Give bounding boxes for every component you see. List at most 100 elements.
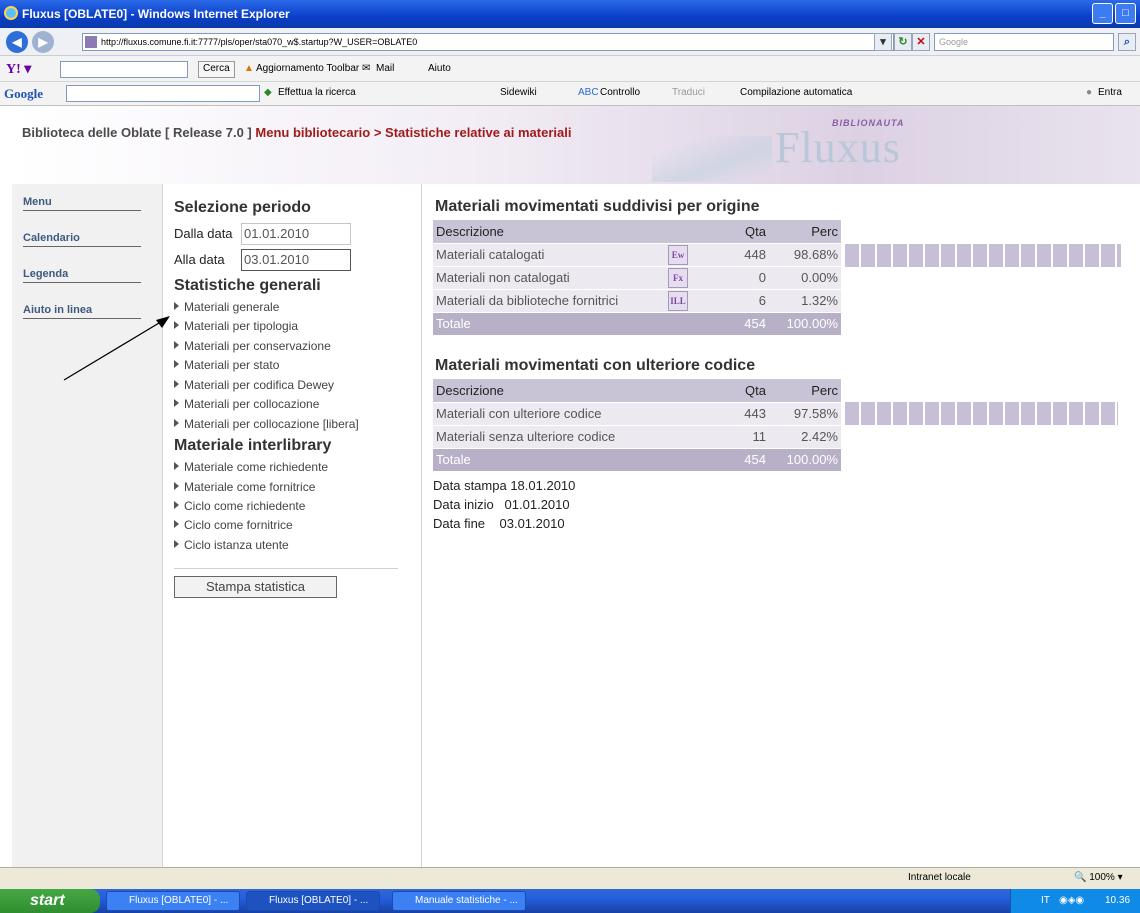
yahoo-toolbar: Y! ▾ Cerca ▲ Aggiornamento Toolbar ✉ Mai… bbox=[0, 56, 1140, 82]
row-perc: 97.58% bbox=[769, 402, 841, 426]
maximize-button[interactable]: □ bbox=[1115, 3, 1136, 24]
breadcrumb: Menu bibliotecario > Statistiche relativ… bbox=[255, 125, 572, 140]
link-materiali-tipologia[interactable]: Materiali per tipologia bbox=[174, 319, 298, 333]
col-descrizione: Descrizione bbox=[433, 379, 705, 403]
row-perc: 98.68% bbox=[769, 243, 841, 267]
col-perc: Perc bbox=[769, 379, 841, 403]
row-qta: 443 bbox=[705, 402, 769, 426]
start-button[interactable]: start bbox=[0, 889, 100, 913]
link-materiale-fornitrice[interactable]: Materiale come fornitrice bbox=[174, 480, 315, 494]
from-date-field[interactable]: 01.01.2010 bbox=[241, 223, 351, 245]
noncatalog-fx-icon[interactable]: Fx bbox=[668, 267, 688, 288]
table-row: Materiali con ulteriore codice 443 97.58… bbox=[433, 402, 841, 426]
zoom-control[interactable]: 🔍 100% ▾ bbox=[1074, 872, 1123, 883]
total-label: Totale bbox=[433, 448, 705, 472]
total-qta: 454 bbox=[705, 448, 769, 472]
total-label: Totale bbox=[433, 312, 651, 336]
google-search-input[interactable] bbox=[66, 85, 260, 102]
refresh-button[interactable]: ↻ bbox=[894, 33, 912, 51]
taskbar-item[interactable]: Fluxus [OBLATE0] - ... bbox=[106, 891, 240, 911]
page-header: Biblioteca delle Oblate [ Release 7.0 ] … bbox=[12, 106, 1140, 184]
signin-button[interactable]: Entra bbox=[1098, 87, 1122, 98]
link-materiali-stato[interactable]: Materiali per stato bbox=[174, 358, 279, 372]
link-materiali-collocazione-libera[interactable]: Materiali per collocazione [libera] bbox=[174, 417, 359, 431]
address-bar: ◀ ▶ http://fluxus.comune.fi.it:7777/pls/… bbox=[0, 28, 1140, 56]
google-search-button[interactable]: Effettua la ricerca bbox=[278, 87, 356, 98]
translate-button[interactable]: Traduci bbox=[672, 87, 705, 98]
library-name: Biblioteca delle Oblate [ Release 7.0 ] bbox=[22, 125, 252, 140]
link-ciclo-fornitrice[interactable]: Ciclo come fornitrice bbox=[174, 518, 293, 532]
search-icon[interactable]: ⌕ bbox=[1118, 33, 1136, 51]
row-qta: 11 bbox=[705, 425, 769, 449]
link-materiali-generale[interactable]: Materiali generale bbox=[174, 300, 279, 314]
sidebar-item-legenda[interactable]: Legenda bbox=[23, 268, 141, 283]
window-titlebar: Fluxus [OBLATE0] - Windows Internet Expl… bbox=[0, 0, 1140, 28]
yahoo-logo-icon: Y! ▾ bbox=[6, 62, 32, 77]
sidewiki-button[interactable]: Sidewiki bbox=[500, 87, 537, 98]
autofill-button[interactable]: Compilazione automatica bbox=[740, 87, 852, 98]
sidebar-item-menu[interactable]: Menu bbox=[23, 196, 141, 211]
tray-icons[interactable]: ◉◈◉ bbox=[1059, 895, 1084, 906]
back-button[interactable]: ◀ bbox=[6, 31, 28, 53]
search-input[interactable]: Google bbox=[934, 33, 1114, 51]
table-total-row: Totale 454 100.00% bbox=[433, 448, 841, 472]
signin-icon: ● bbox=[1086, 87, 1093, 98]
link-materiale-richiedente[interactable]: Materiale come richiedente bbox=[174, 460, 328, 474]
help-menu[interactable]: Aiuto bbox=[428, 63, 451, 74]
spellcheck-icon: ABC bbox=[578, 87, 599, 98]
link-materiali-collocazione[interactable]: Materiali per collocazione bbox=[174, 397, 319, 411]
print-statistics-button[interactable]: Stampa statistica bbox=[174, 576, 337, 598]
link-materiali-dewey[interactable]: Materiali per codifica Dewey bbox=[174, 378, 334, 392]
table-header-row: Descrizione Qta Perc bbox=[433, 220, 841, 244]
check-button[interactable]: Controllo bbox=[600, 87, 640, 98]
col-descrizione: Descrizione bbox=[433, 220, 651, 244]
cerca-button[interactable]: Cerca bbox=[198, 61, 235, 78]
col-qta: Qta bbox=[705, 220, 769, 244]
statistics-menu: Selezione periodo Dalla data 01.01.2010 … bbox=[163, 184, 422, 867]
arrow-right-icon bbox=[174, 501, 179, 509]
row-desc: Materiali senza ulteriore codice bbox=[433, 425, 705, 449]
table-header-row: Descrizione Qta Perc bbox=[433, 379, 841, 403]
url-dropdown-button[interactable]: ▾ bbox=[874, 33, 892, 51]
period-title: Selezione periodo bbox=[174, 199, 311, 216]
link-ciclo-istanza-utente[interactable]: Ciclo istanza utente bbox=[174, 538, 289, 552]
url-text: http://fluxus.comune.fi.it:7777/pls/oper… bbox=[101, 37, 418, 47]
to-date-field[interactable]: 03.01.2010 bbox=[241, 249, 351, 271]
yahoo-search-input[interactable] bbox=[60, 61, 188, 78]
taskbar-item-active[interactable]: Fluxus [OBLATE0] - ... bbox=[246, 891, 380, 911]
language-indicator[interactable]: IT bbox=[1041, 895, 1050, 906]
interlibrary-title: Materiale interlibrary bbox=[174, 437, 332, 454]
total-perc: 100.00% bbox=[769, 448, 841, 472]
status-bar: Intranet locale 🔍 100% ▾ bbox=[0, 867, 1140, 889]
link-ciclo-richiedente[interactable]: Ciclo come richiedente bbox=[174, 499, 305, 513]
main-content: Materiali movimentati suddivisi per orig… bbox=[423, 184, 1140, 867]
minimize-button[interactable]: _ bbox=[1092, 3, 1113, 24]
link-materiali-conservazione[interactable]: Materiali per conservazione bbox=[174, 339, 331, 353]
window-title: Fluxus [OBLATE0] - Windows Internet Expl… bbox=[22, 7, 290, 21]
url-field[interactable]: http://fluxus.comune.fi.it:7777/pls/oper… bbox=[82, 33, 894, 51]
arrow-right-icon bbox=[174, 302, 179, 310]
origin-table: Descrizione Qta Perc Materiali catalogat… bbox=[433, 220, 841, 336]
row-perc: 0.00% bbox=[769, 266, 841, 290]
col-qta: Qta bbox=[705, 379, 769, 403]
mail-button[interactable]: Mail bbox=[376, 63, 394, 74]
sidebar-item-calendario[interactable]: Calendario bbox=[23, 232, 141, 247]
code-table: Descrizione Qta Perc Materiali con ulter… bbox=[433, 379, 841, 472]
arrow-right-icon bbox=[174, 462, 179, 470]
total-perc: 100.00% bbox=[769, 312, 841, 336]
row-desc: Materiali catalogati bbox=[433, 243, 651, 267]
update-toolbar-button[interactable]: Aggiornamento Toolbar bbox=[256, 63, 359, 74]
divider bbox=[174, 568, 398, 569]
page-title: Biblioteca delle Oblate [ Release 7.0 ] … bbox=[22, 125, 571, 140]
annotation-arrow-icon bbox=[63, 316, 170, 381]
interlibrary-ill-icon[interactable]: ILL bbox=[668, 290, 688, 311]
taskbar-item[interactable]: Manuale statistiche - ... bbox=[392, 891, 526, 911]
favicon-icon bbox=[85, 36, 97, 48]
arrow-right-icon bbox=[174, 482, 179, 490]
catalog-ew-icon[interactable]: Ew bbox=[668, 244, 688, 265]
clock: 10.36 bbox=[1105, 895, 1131, 906]
row-qta: 448 bbox=[705, 243, 769, 267]
stop-button[interactable]: ✕ bbox=[912, 33, 930, 51]
fluxus-logo: Fluxus bbox=[775, 123, 901, 172]
forward-button[interactable]: ▶ bbox=[32, 31, 54, 53]
